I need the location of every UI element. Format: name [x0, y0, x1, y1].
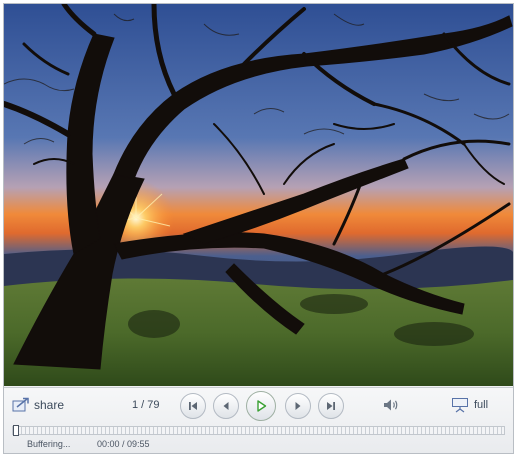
fullscreen-button[interactable]: full [451, 397, 488, 413]
volume-icon [384, 399, 398, 411]
buffering-status: Buffering... [27, 439, 71, 449]
first-slide-button[interactable] [180, 393, 206, 419]
slideshow-photo [4, 4, 513, 386]
player-controls: share 1 / 79 full Buffering... 00:00 / 0… [4, 387, 513, 453]
play-button[interactable] [246, 391, 276, 421]
previous-icon [223, 402, 229, 410]
play-icon [257, 400, 267, 412]
next-button[interactable] [285, 393, 311, 419]
skip-to-last-icon [327, 402, 335, 410]
next-icon [295, 402, 301, 410]
slide-counter: 1 / 79 [132, 399, 160, 411]
share-label: share [34, 398, 65, 412]
progress-handle[interactable] [13, 425, 19, 436]
skip-to-first-icon [189, 402, 197, 410]
previous-button[interactable] [213, 393, 239, 419]
fullscreen-label: full [474, 399, 489, 411]
time-readout: 00:00 / 09:55 [97, 439, 150, 449]
share-icon [12, 397, 29, 412]
share-button[interactable]: share [12, 397, 64, 413]
progress-bar[interactable] [12, 425, 505, 436]
last-slide-button[interactable] [318, 393, 344, 419]
fullscreen-icon [452, 398, 468, 413]
volume-button[interactable] [382, 397, 400, 413]
